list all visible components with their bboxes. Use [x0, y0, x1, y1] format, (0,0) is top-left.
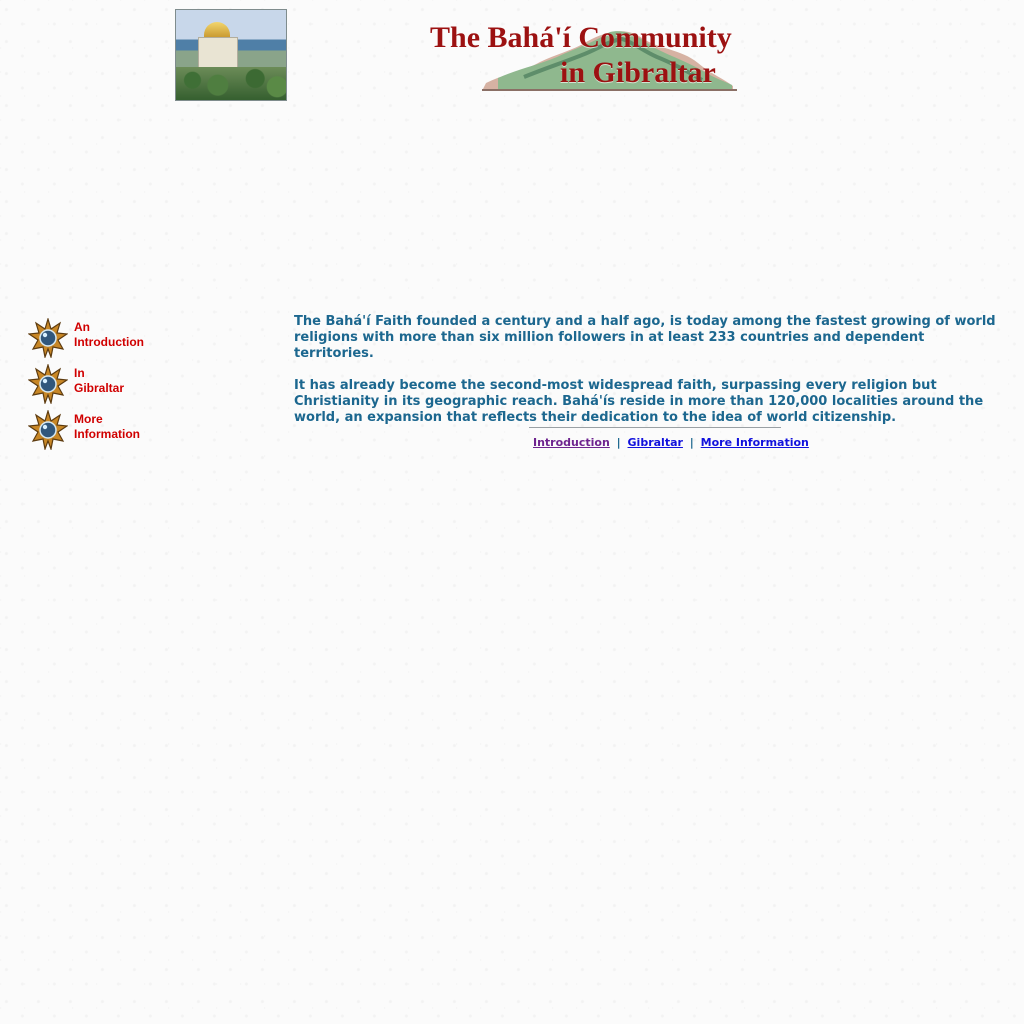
site-title-banner: The Bahá'í Community in Gibraltar [430, 15, 790, 97]
sidebar-item-label: More Information [74, 412, 140, 441]
garden-trees-icon [176, 67, 286, 100]
nine-pointed-star-icon [28, 364, 68, 404]
sidebar-item-gibraltar[interactable]: In Gibraltar [28, 364, 178, 410]
footer-link-introduction[interactable]: Introduction [533, 436, 610, 449]
nine-pointed-star-icon [28, 318, 68, 358]
sidebar-navigation: An Introduction In Gibraltar More Inform… [28, 318, 178, 456]
intro-paragraph-1: The Bahá'í Faith founded a century and a… [294, 314, 996, 361]
intro-paragraph-2: It has already become the second-most wi… [294, 378, 984, 425]
footer-link-more-information[interactable]: More Information [701, 436, 809, 449]
footer-divider [529, 427, 781, 428]
footer-link-gibraltar[interactable]: Gibraltar [628, 436, 683, 449]
golden-dome-icon [204, 22, 230, 38]
shrine-photo [175, 9, 287, 101]
footer-separator: | [616, 436, 621, 449]
footer-navigation: Introduction | Gibraltar | More Informat… [533, 436, 809, 449]
main-content: The Bahá'í Faith founded a century and a… [294, 314, 1004, 442]
site-title-line-1: The Bahá'í Community [430, 21, 732, 54]
site-title-line-2: in Gibraltar [560, 56, 716, 89]
footer-separator: | [689, 436, 694, 449]
sidebar-item-more-information[interactable]: More Information [28, 410, 178, 456]
nine-pointed-star-icon [28, 410, 68, 450]
sidebar-item-label: An Introduction [74, 320, 144, 349]
sidebar-item-label: In Gibraltar [74, 366, 125, 395]
sidebar-item-introduction[interactable]: An Introduction [28, 318, 178, 364]
